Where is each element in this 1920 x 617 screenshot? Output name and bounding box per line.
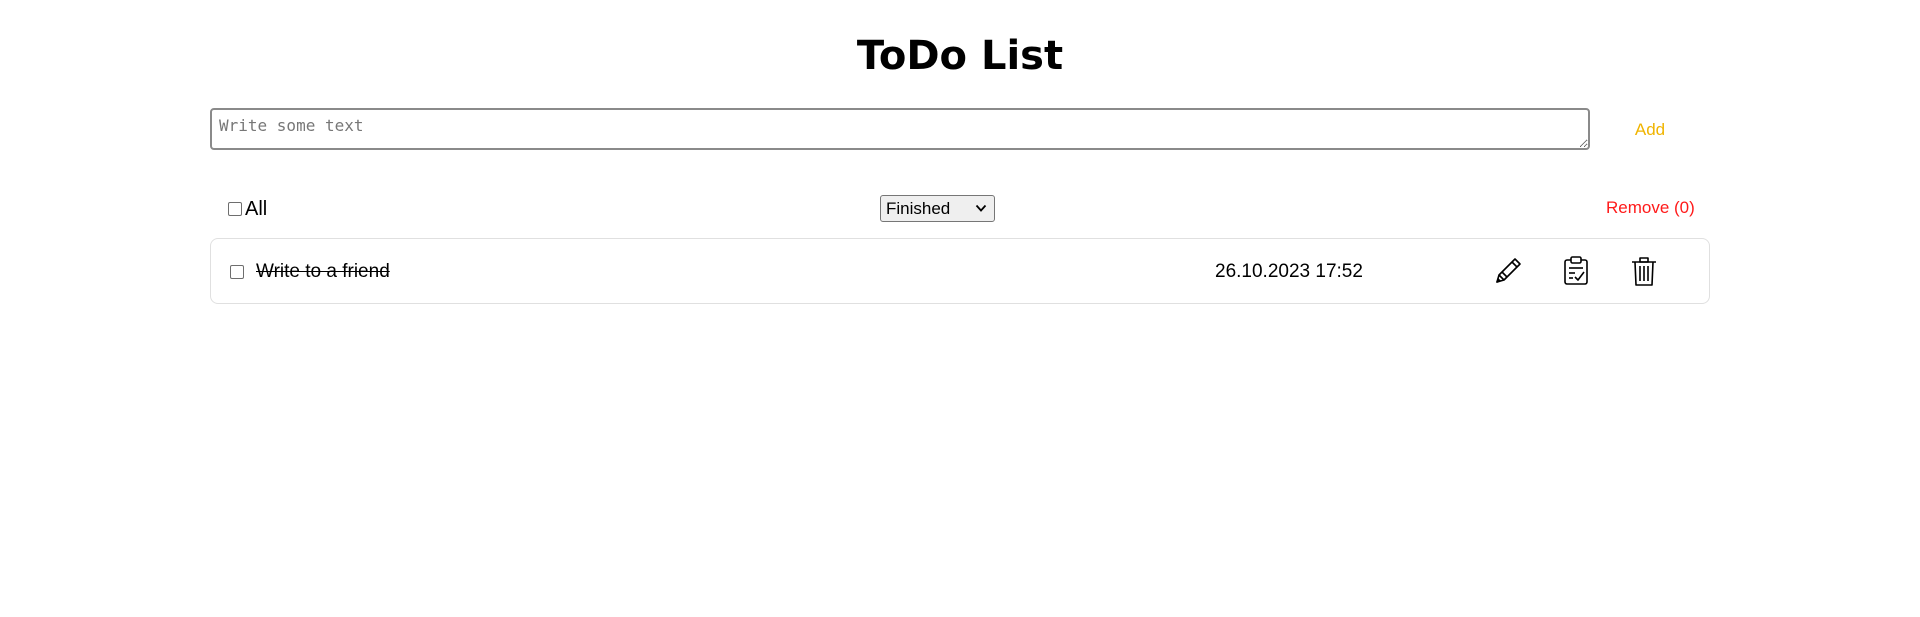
todo-list: Write to a friend 26.10.2023 17:52 <box>210 238 1710 304</box>
list-controls: All Finished Remove (0) <box>210 192 1710 226</box>
chevron-down-icon <box>975 204 987 212</box>
pencil-icon <box>1496 258 1521 283</box>
add-button[interactable]: Add <box>1625 118 1675 142</box>
select-all-checkbox[interactable] <box>228 202 242 216</box>
todo-item-checkbox[interactable] <box>230 265 244 279</box>
edit-button[interactable] <box>1490 253 1526 289</box>
select-all-label: All <box>245 198 268 220</box>
filter-select-value: Finished <box>886 198 951 218</box>
todo-item-text: Write to a friend <box>256 261 390 282</box>
todo-item: Write to a friend 26.10.2023 17:52 <box>210 238 1710 304</box>
finish-button[interactable] <box>1558 253 1594 289</box>
delete-button[interactable] <box>1626 253 1662 289</box>
page-title: ToDo List <box>856 33 1064 79</box>
composer <box>210 108 1590 150</box>
remove-selected-button[interactable]: Remove (0) <box>1606 198 1695 218</box>
clipboard-check-icon <box>1564 256 1588 285</box>
todo-text-input[interactable] <box>210 108 1590 150</box>
select-all[interactable]: All <box>228 198 267 220</box>
filter-select[interactable]: Finished <box>880 195 995 222</box>
todo-item-date: 26.10.2023 17:52 <box>1215 261 1363 282</box>
trash-icon <box>1632 257 1656 286</box>
todo-app: ToDo List Add All Finished Remove (0) Wr… <box>0 0 1920 617</box>
